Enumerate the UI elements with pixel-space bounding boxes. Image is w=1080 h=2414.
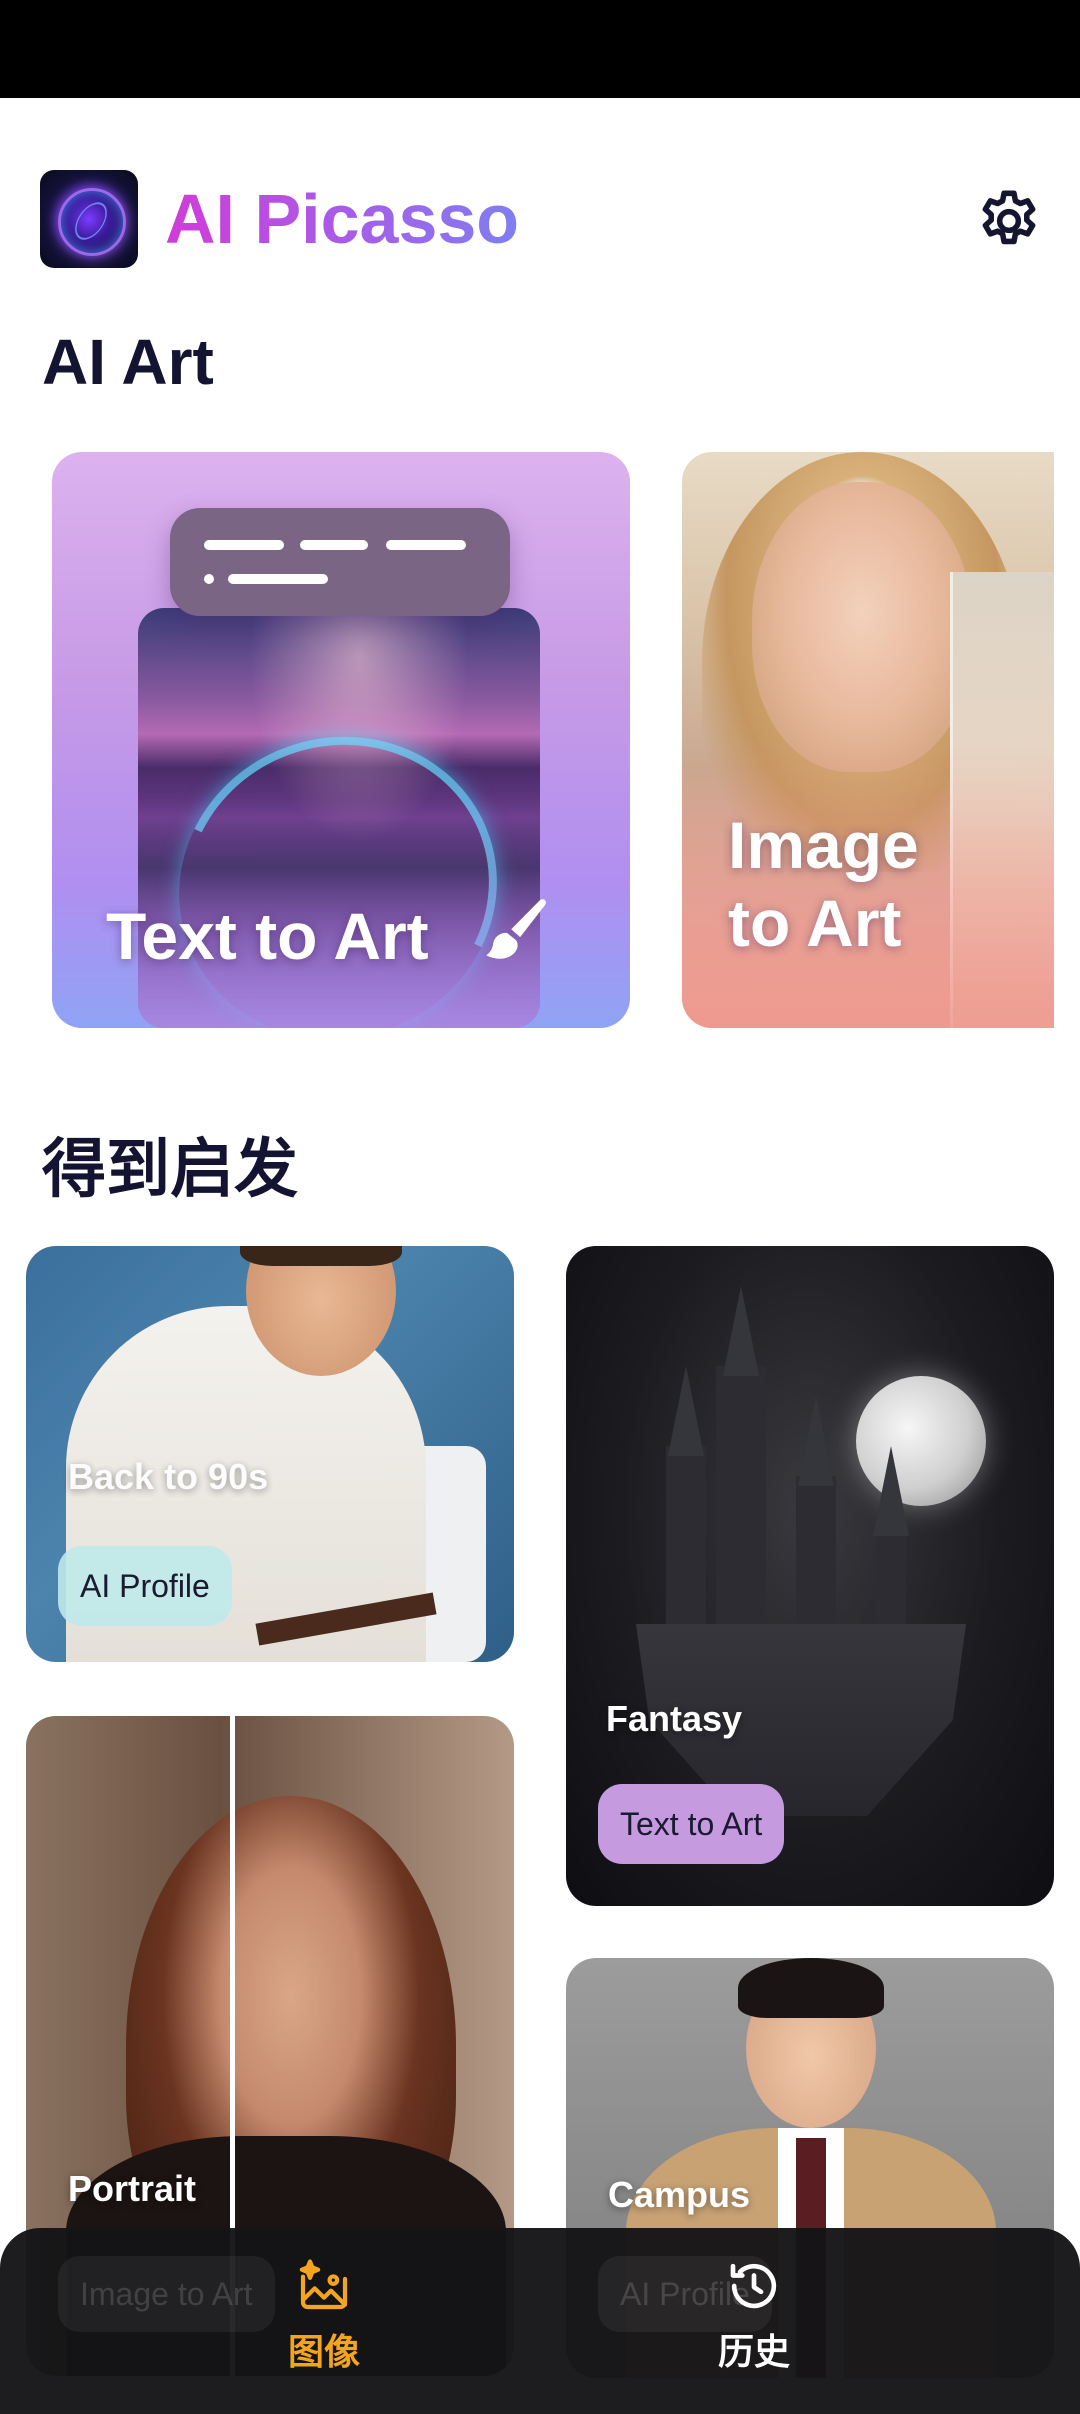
text-to-art-label: Text to Art <box>106 899 429 973</box>
inspiration-card-title: Portrait <box>68 2168 197 2209</box>
inspiration-card-tag: Text to Art <box>598 1784 785 1864</box>
inspiration-card-tag: Image to Art <box>58 2256 275 2332</box>
inspiration-card-title: Fantasy <box>606 1698 743 1739</box>
text-to-art-card[interactable]: Text to Art <box>52 452 630 1028</box>
paintbrush-icon <box>474 892 556 974</box>
status-bar <box>0 0 1080 98</box>
image-to-art-card[interactable]: Image to Art <box>682 452 1054 1028</box>
section-title-ai-art: AI Art <box>42 326 214 398</box>
section-title-inspiration: 得到启发 <box>42 1133 298 1205</box>
inspiration-card-tag: AI Profile <box>58 1546 232 1626</box>
inspiration-card-back-to-90s[interactable]: Back to 90s AI Profile <box>26 1246 514 1662</box>
image-to-art-label: Image to Art <box>728 808 919 960</box>
app-logo <box>40 170 138 268</box>
app-header: AI Picasso <box>0 98 1080 288</box>
settings-gear-icon[interactable] <box>974 186 1044 256</box>
inspiration-card-title: Back to 90s <box>68 1456 269 1497</box>
inspiration-card-title: Campus <box>608 2174 751 2215</box>
prompt-bubble-icon <box>170 508 510 616</box>
inspiration-card-fantasy[interactable]: Fantasy Text to Art <box>566 1246 1054 1906</box>
inspiration-card-tag: AI Profile <box>598 2256 772 2332</box>
image-sparkle-icon <box>299 2259 348 2310</box>
app-title: AI Picasso <box>165 170 519 268</box>
